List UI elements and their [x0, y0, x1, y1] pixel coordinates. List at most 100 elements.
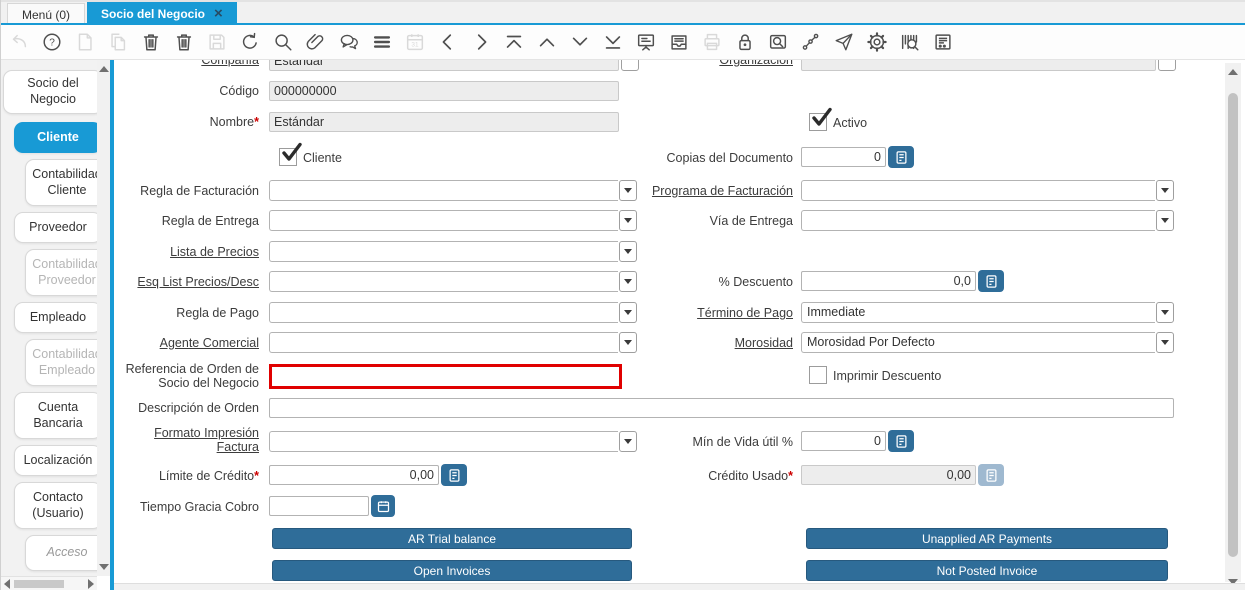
form-view-icon[interactable]: [635, 31, 657, 53]
form-vscroll-thumb[interactable]: [1228, 93, 1238, 557]
field-label-organizacion: Organización: [633, 60, 793, 67]
combo-arrow-button[interactable]: [1156, 332, 1174, 353]
sidebar-item-proveedor[interactable]: Proveedor: [14, 212, 97, 243]
tiempo-gracia-field[interactable]: [269, 496, 369, 516]
sidebar-horizontal-scrollbar[interactable]: [1, 576, 97, 590]
sidebar-item-contacto-usuario[interactable]: Contacto (Usuario): [14, 482, 97, 529]
grid-toggle-icon[interactable]: [371, 31, 393, 53]
combo-arrow-button[interactable]: [1156, 180, 1174, 201]
limite-credito-calculator-button[interactable]: [441, 464, 467, 486]
delete-selection-icon[interactable]: [173, 31, 195, 53]
first-record-icon[interactable]: [503, 31, 525, 53]
sidebar-item-contabilidad-cliente[interactable]: Contabilidad Cliente: [25, 159, 97, 206]
sidebar-item-socio-del-negocio[interactable]: Socio del Negocio: [3, 70, 97, 114]
calculator-icon: [894, 150, 909, 165]
tab-menu[interactable]: Menú (0): [7, 3, 85, 25]
sidebar-item-localizacion[interactable]: Localización: [14, 445, 97, 476]
descuento-calculator-button[interactable]: [978, 270, 1004, 292]
limite-credito-field[interactable]: [269, 465, 439, 485]
sidebar-scroll-up-icon[interactable]: [99, 66, 109, 72]
regla-pago-combo[interactable]: [269, 302, 637, 323]
esq-list-combo[interactable]: [269, 271, 637, 292]
copy-record-icon: [107, 31, 129, 53]
archive-icon[interactable]: [668, 31, 690, 53]
chat-icon[interactable]: [338, 31, 360, 53]
sidebar-item-cliente[interactable]: Cliente: [14, 122, 97, 153]
sidebar-hscroll-thumb[interactable]: [14, 580, 64, 588]
combo-arrow-button[interactable]: [1156, 210, 1174, 231]
sidebar-vertical-scrollbar[interactable]: [97, 60, 110, 576]
chevron-down-icon: [624, 340, 632, 345]
copias-field[interactable]: [801, 147, 886, 167]
last-record-icon[interactable]: [602, 31, 624, 53]
check-icon: [811, 107, 835, 131]
regla-facturacion-combo[interactable]: [269, 180, 637, 201]
nombre-field[interactable]: [269, 112, 619, 132]
via-entrega-combo[interactable]: [801, 210, 1174, 231]
lock-icon[interactable]: [734, 31, 756, 53]
delete-record-icon[interactable]: [140, 31, 162, 53]
find-icon[interactable]: [272, 31, 294, 53]
tiempo-gracia-calendar-button[interactable]: [371, 495, 395, 517]
agente-comercial-combo[interactable]: [269, 332, 637, 353]
lista-precios-combo[interactable]: [269, 241, 637, 262]
form-scroll-up-icon[interactable]: [1228, 69, 1238, 75]
form-horizontal-scrollbar[interactable]: [114, 583, 1245, 590]
morosidad-combo[interactable]: Morosidad Por Defecto: [801, 332, 1174, 353]
previous-record-icon[interactable]: [437, 31, 459, 53]
formato-impresion-combo[interactable]: [269, 431, 637, 452]
ar-trial-balance-button[interactable]: AR Trial balance: [272, 528, 632, 549]
imprimir-descuento-checkbox[interactable]: [809, 366, 827, 384]
descuento-field[interactable]: [801, 271, 976, 291]
sidebar-scroll-down-icon[interactable]: [99, 564, 109, 570]
refresh-icon[interactable]: [239, 31, 261, 53]
help-icon[interactable]: ?: [41, 31, 63, 53]
codigo-field[interactable]: [269, 81, 619, 101]
unapplied-ar-payments-button[interactable]: Unapplied AR Payments: [806, 528, 1168, 549]
field-label-codigo: Código: [114, 84, 259, 98]
compania-field[interactable]: [269, 60, 619, 71]
programa-facturacion-combo[interactable]: [801, 180, 1174, 201]
calculator-icon: [984, 468, 999, 483]
min-vida-calculator-button[interactable]: [888, 430, 914, 452]
field-label-descuento: % Descuento: [633, 275, 793, 289]
sidebar-scroll-left-icon[interactable]: [4, 579, 10, 589]
termino-pago-combo[interactable]: Immediate: [801, 302, 1174, 323]
sidebar-item-empleado[interactable]: Empleado: [14, 302, 97, 333]
next-record-icon[interactable]: [470, 31, 492, 53]
sidebar-item-acceso[interactable]: Acceso: [25, 535, 97, 571]
copias-calculator-button[interactable]: [888, 146, 914, 168]
parent-record-icon[interactable]: [536, 31, 558, 53]
min-vida-util-field[interactable]: [801, 431, 886, 451]
sidebar-item-cuenta-bancaria[interactable]: Cuenta Bancaria: [14, 392, 97, 439]
organizacion-field[interactable]: [801, 60, 1156, 71]
report-icon[interactable]: [932, 31, 954, 53]
send-mail-icon[interactable]: [833, 31, 855, 53]
open-invoices-button[interactable]: Open Invoices: [272, 560, 632, 581]
sidebar-item-contabilidad-empleado: Contabilidad Empleado: [25, 339, 97, 386]
regla-entrega-combo[interactable]: [269, 210, 637, 231]
tab-socio-del-negocio[interactable]: Socio del Negocio ×: [87, 2, 237, 25]
combo-arrow-button[interactable]: [619, 241, 637, 262]
descripcion-orden-field[interactable]: [269, 398, 1174, 418]
chevron-down-icon: [1161, 340, 1169, 345]
cliente-checkbox[interactable]: [279, 148, 297, 166]
tab-main-label: Socio del Negocio: [101, 7, 205, 21]
referencia-orden-field-highlighted[interactable]: [269, 364, 622, 389]
close-tab-icon[interactable]: ×: [214, 6, 223, 21]
sidebar-scroll-right-icon[interactable]: [88, 579, 94, 589]
not-posted-invoice-button[interactable]: Not Posted Invoice: [806, 560, 1168, 581]
zoom-across-icon[interactable]: [767, 31, 789, 53]
chevron-down-icon: [624, 188, 632, 193]
attachment-icon[interactable]: [305, 31, 327, 53]
form-vertical-scrollbar[interactable]: [1225, 63, 1241, 582]
detail-record-icon[interactable]: [569, 31, 591, 53]
product-info-icon[interactable]: [899, 31, 921, 53]
organizacion-lookup-button[interactable]: [1158, 60, 1176, 71]
activo-checkbox[interactable]: [809, 113, 827, 131]
workflow-icon[interactable]: [800, 31, 822, 53]
process-icon[interactable]: [866, 31, 888, 53]
chevron-down-icon: [1161, 310, 1169, 315]
combo-arrow-button[interactable]: [1156, 302, 1174, 323]
new-record-icon: [74, 31, 96, 53]
